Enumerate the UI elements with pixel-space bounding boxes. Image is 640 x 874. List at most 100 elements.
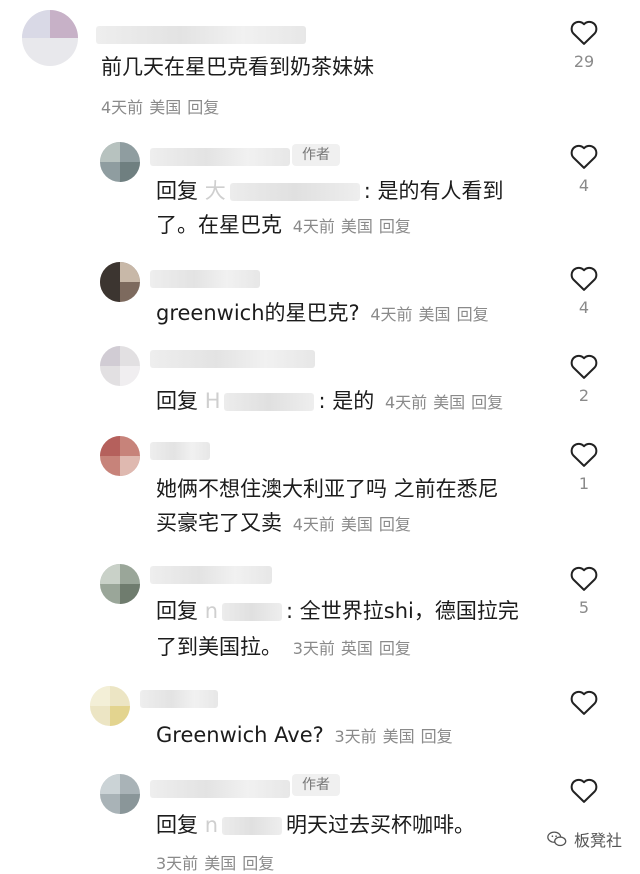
username-blurred[interactable] xyxy=(150,780,290,798)
comment-3: greenwich的星巴克? 4天前 美国 回复 4 xyxy=(0,250,640,345)
like-count: 29 xyxy=(573,52,595,71)
comment-text-line2: 了到美国拉。 3天前 英国 回复 xyxy=(156,630,417,666)
like-button[interactable] xyxy=(564,688,604,716)
reply-to-blurred xyxy=(222,817,282,835)
like-button[interactable]: 2 xyxy=(564,352,604,405)
avatar[interactable] xyxy=(100,346,140,386)
reply-button[interactable]: 回复 xyxy=(457,305,489,324)
comment-time: 3天前 xyxy=(334,727,377,746)
avatar[interactable] xyxy=(100,142,140,182)
author-badge: 作者 xyxy=(292,774,340,796)
like-count: 4 xyxy=(578,176,590,195)
reply-to-blurred xyxy=(224,393,315,411)
comment-time: 4天前 xyxy=(384,393,428,412)
like-button[interactable]: 4 xyxy=(564,142,604,195)
watermark-text: 板凳社 xyxy=(573,831,622,850)
like-count: 4 xyxy=(578,298,590,317)
heart-outline-icon xyxy=(570,266,598,291)
comment-text: 前几天在星巴克看到奶茶妹妹 xyxy=(101,55,374,79)
author-badge: 作者 xyxy=(292,144,340,166)
avatar[interactable] xyxy=(100,564,140,604)
comment-region: 美国 xyxy=(433,393,466,412)
avatar[interactable] xyxy=(90,686,130,726)
comment-text-line1: : 是的 xyxy=(318,389,375,413)
reply-to-name[interactable]: H xyxy=(205,389,221,413)
avatar[interactable] xyxy=(100,262,140,302)
comment-text-line1: 回复 n : 全世界拉shi，德国拉完 xyxy=(156,594,519,628)
comment-text: Greenwich Ave? 3天前 美国 回复 xyxy=(156,718,459,754)
heart-outline-icon xyxy=(570,778,598,803)
username-blurred[interactable] xyxy=(150,350,315,368)
username-blurred[interactable] xyxy=(150,566,272,584)
avatar[interactable] xyxy=(100,774,140,814)
comment-4: 回复 H: 是的 4天前 美国 回复 2 xyxy=(0,340,640,428)
comment-text-line1: Greenwich Ave? xyxy=(156,723,324,747)
comment-text2: 了。在星巴克 xyxy=(156,213,282,237)
reply-button[interactable]: 回复 xyxy=(471,393,503,412)
reply-to-name[interactable]: n xyxy=(205,813,218,837)
reply-button[interactable]: 回复 xyxy=(421,727,453,746)
comment-time: 4天前 xyxy=(370,305,413,324)
reply-to-blurred xyxy=(229,183,360,201)
username-blurred[interactable] xyxy=(150,270,260,288)
username-blurred[interactable] xyxy=(140,690,218,708)
heart-outline-icon xyxy=(570,442,598,467)
comment-region: 英国 xyxy=(340,639,373,658)
comment-time: 4天前 xyxy=(292,217,335,236)
reply-button[interactable]: 回复 xyxy=(187,98,219,117)
comment-8: 作者 回复 n 明天过去买杯咖啡。 3天前 美国 回复 xyxy=(0,766,640,874)
comment-text-line1: greenwich的星巴克? xyxy=(156,301,360,325)
comment-meta: 4天前 美国 回复 xyxy=(385,393,509,412)
comment-6: 回复 n: 全世界拉shi，德国拉完 了到美国拉。 3天前 英国 回复 5 xyxy=(0,558,640,678)
reply-button[interactable]: 回复 xyxy=(379,217,411,236)
username-blurred[interactable] xyxy=(96,26,306,44)
username-blurred[interactable] xyxy=(150,148,290,166)
reply-to-name[interactable]: n xyxy=(205,599,218,623)
comment-time: 4天前 xyxy=(101,98,144,117)
avatar[interactable] xyxy=(22,10,78,66)
comment-region: 美国 xyxy=(204,854,237,873)
comment-text-line1: : 是的有人看到 xyxy=(363,179,504,203)
username-blurred[interactable] xyxy=(150,442,210,460)
comment-1: 前几天在星巴克看到奶茶妹妹 4天前 美国 回复 29 xyxy=(0,0,640,130)
comment-region: 美国 xyxy=(340,217,373,236)
comment-text-line2: 了。在星巴克 4天前 美国 回复 xyxy=(156,208,417,244)
comment-meta: 4天前 美国 回复 xyxy=(370,305,494,324)
avatar[interactable] xyxy=(100,436,140,476)
reply-button[interactable]: 回复 xyxy=(242,854,274,873)
like-button[interactable]: 1 xyxy=(564,440,604,493)
comment-text-line2: 买豪宅了又卖 4天前 美国 回复 xyxy=(156,506,417,542)
comment-meta: 3天前 美国 回复 xyxy=(156,850,280,874)
comment-text-line1: 明天过去买杯咖啡。 xyxy=(286,813,475,837)
reply-prefix: 回复 xyxy=(156,813,198,837)
comment-region: 美国 xyxy=(382,727,415,746)
comment-region: 美国 xyxy=(149,98,182,117)
watermark: 板凳社 xyxy=(546,827,622,851)
like-button[interactable]: 29 xyxy=(564,18,604,71)
comment-meta: 4天前 美国 回复 xyxy=(293,217,417,236)
comment-text2: 了到美国拉。 xyxy=(156,635,282,659)
reply-prefix: 回复 xyxy=(156,389,198,413)
reply-to-name[interactable]: 大 xyxy=(205,179,226,203)
heart-outline-icon xyxy=(570,144,598,169)
like-button[interactable]: 4 xyxy=(564,264,604,317)
comment-region: 美国 xyxy=(418,305,451,324)
comment-meta: 4天前 美国 回复 xyxy=(101,94,225,118)
like-button[interactable]: 5 xyxy=(564,564,604,617)
like-button[interactable] xyxy=(564,776,604,804)
comment-region: 美国 xyxy=(340,515,373,534)
heart-outline-icon xyxy=(570,566,598,591)
comment-time: 3天前 xyxy=(292,639,335,658)
comment-2: 作者 回复 大: 是的有人看到 了。在星巴克 4天前 美国 回复 4 xyxy=(0,130,640,250)
heart-outline-icon xyxy=(570,690,598,715)
comment-text2: 买豪宅了又卖 xyxy=(156,511,282,535)
comment-meta: 3天前 英国 回复 xyxy=(293,639,417,658)
reply-prefix: 回复 xyxy=(156,599,198,623)
heart-outline-icon xyxy=(570,20,598,45)
wechat-icon xyxy=(547,831,567,847)
comment-text1: : 全世界拉shi，德国拉完 xyxy=(286,599,519,623)
reply-button[interactable]: 回复 xyxy=(379,639,411,658)
reply-prefix: 回复 xyxy=(156,179,198,203)
comment-text: 回复 H: 是的 4天前 美国 回复 xyxy=(156,384,509,420)
reply-button[interactable]: 回复 xyxy=(379,515,411,534)
